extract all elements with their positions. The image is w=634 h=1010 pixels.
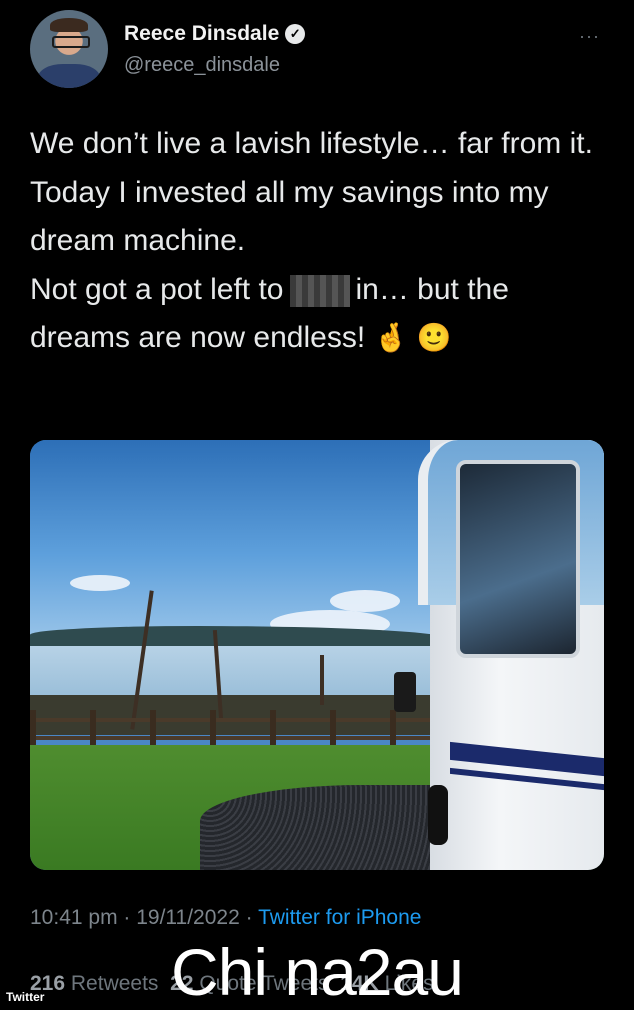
verified-badge-icon: ✓ — [285, 24, 306, 44]
photo-cloud — [70, 575, 130, 591]
avatar-glasses — [52, 36, 90, 48]
avatar[interactable] — [30, 10, 108, 88]
tweet-timestamp[interactable]: 10:41 pm · 19/11/2022 · — [30, 906, 253, 929]
tweet-line-2: Today I invested all my savings into my … — [30, 175, 549, 258]
tweet-source-link[interactable]: Twitter for iPhone — [258, 906, 421, 929]
more-options-icon[interactable]: ··· — [579, 26, 600, 47]
tweet-line-3: Not got a pot left to in… but the dreams … — [30, 266, 600, 363]
photo-cloud — [330, 590, 400, 612]
avatar-hair — [50, 18, 88, 32]
tweet-line-3-start: Not got a pot left to — [30, 272, 284, 306]
smiling-face-emoji-icon: 🙂 — [416, 322, 452, 353]
user-handle[interactable]: @reece_dinsdale — [124, 54, 280, 77]
photo-van-mirror — [394, 672, 416, 712]
image-credit: Twitter — [6, 990, 45, 1004]
tweet-header: Reece Dinsdale ✓ @reece_dinsdale ··· — [30, 10, 614, 90]
name-row: Reece Dinsdale ✓ — [124, 22, 306, 46]
photo-van-window — [456, 460, 580, 658]
photo-tree — [320, 655, 324, 705]
avatar-shirt — [38, 64, 100, 88]
site-watermark: Chi na2au — [171, 935, 464, 1009]
tweet-photo[interactable] — [30, 440, 604, 870]
censored-word — [289, 274, 350, 307]
photo-van-wheel — [428, 785, 448, 845]
display-name[interactable]: Reece Dinsdale — [124, 22, 279, 46]
tweet-text: We don’t live a lavish lifestyle… far fr… — [30, 120, 600, 363]
tweet-meta: 10:41 pm · 19/11/2022 · Twitter for iPho… — [30, 906, 421, 930]
tweet-line-1: We don’t live a lavish lifestyle… far fr… — [30, 127, 593, 160]
crossed-fingers-emoji-icon: 🤞 — [373, 322, 409, 353]
